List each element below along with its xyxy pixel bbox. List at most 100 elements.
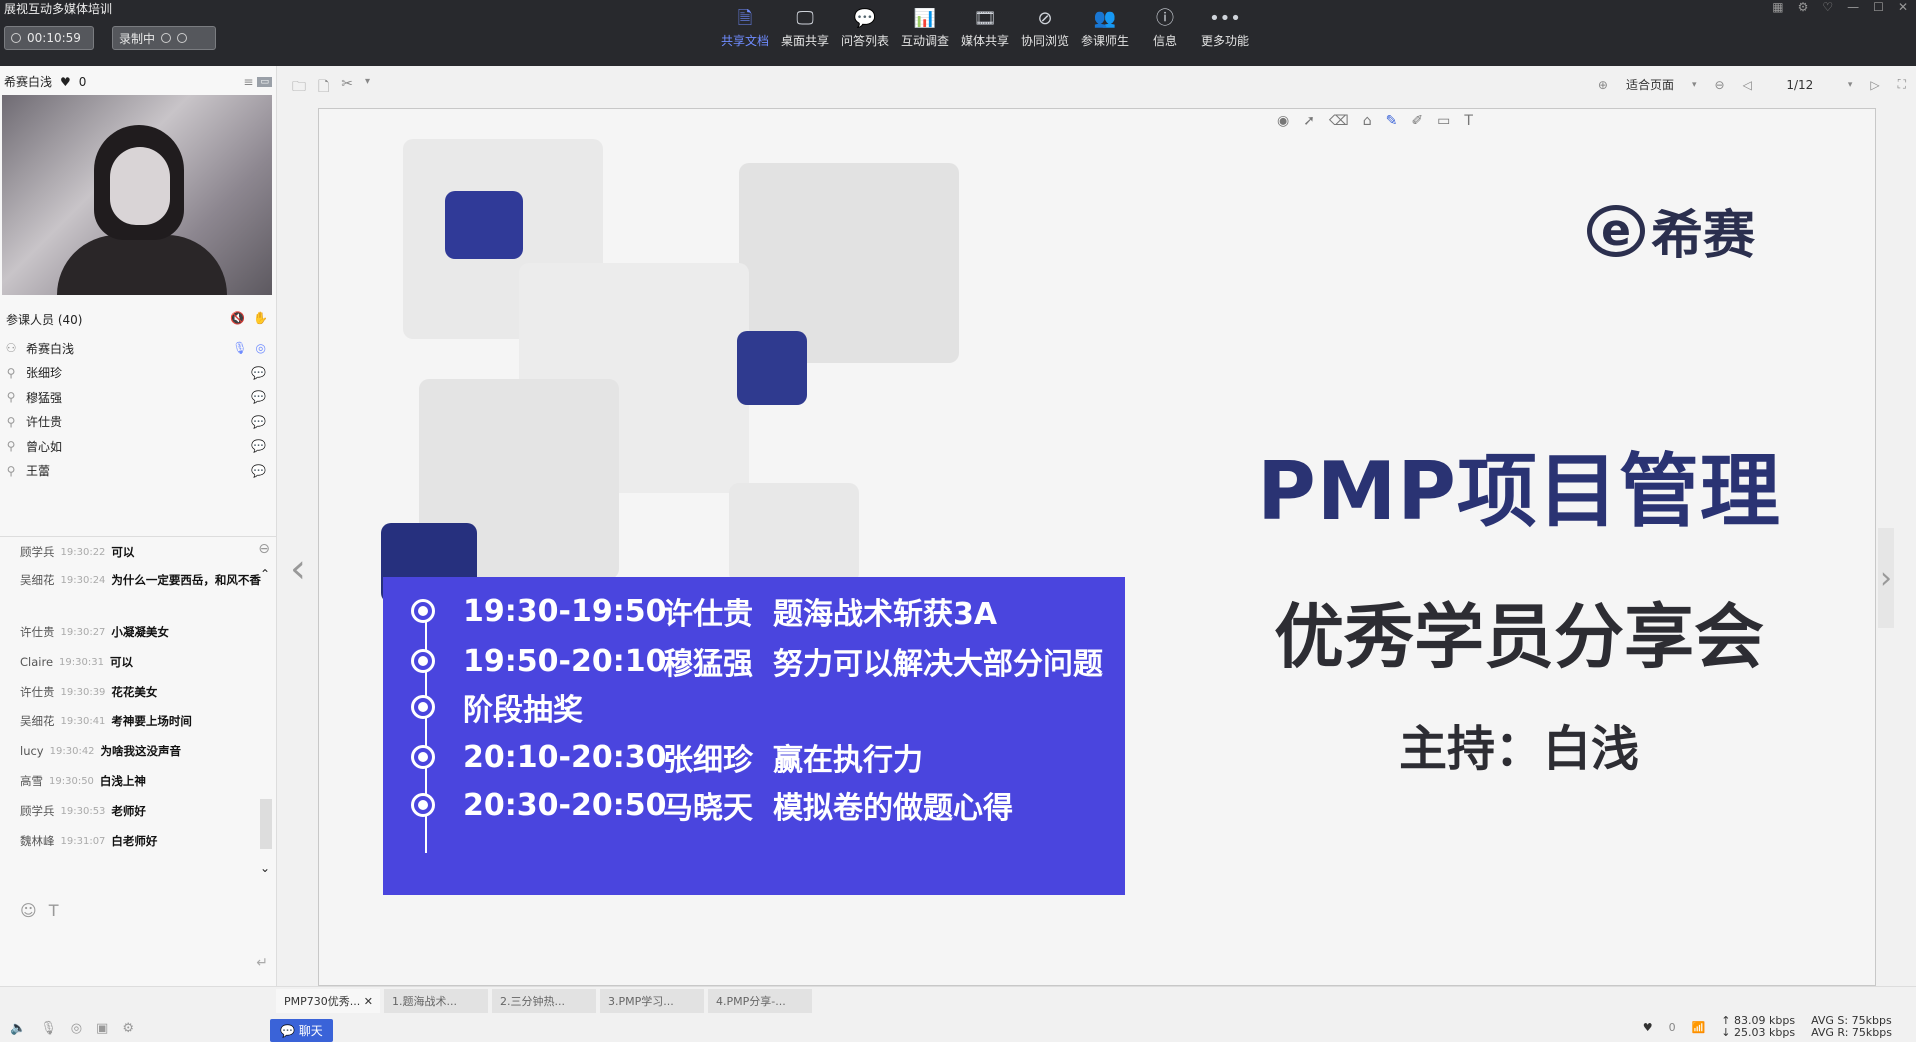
record-button[interactable]: 录制中 [112, 26, 216, 50]
clear-icon[interactable]: ⌂ [1363, 113, 1372, 133]
chevron-down-icon[interactable]: ▾ [1848, 80, 1853, 90]
hand-icon[interactable]: ✋ [253, 311, 268, 328]
toolbar-item-more[interactable]: ••• 更多功能 [1195, 6, 1255, 49]
chat-text: 白老师好 [111, 834, 158, 848]
skin-icon[interactable]: ▦ [1772, 0, 1783, 14]
participant-row[interactable]: ⚲ 许仕贵 💬 [4, 410, 266, 434]
next-page-icon[interactable]: ▷ [1870, 78, 1879, 92]
close-tab-icon[interactable]: ✕ [364, 995, 373, 1008]
user-icon: ⚲ [6, 365, 16, 380]
toolbar-item-browse[interactable]: ⊘ 协同浏览 [1015, 6, 1075, 49]
people-icon: 👥 [1093, 8, 1117, 29]
heart-icon[interactable]: ♥ [1643, 1021, 1653, 1034]
toolbar-item-media[interactable]: 🎞 媒体共享 [955, 6, 1015, 49]
settings-icon[interactable]: ⚙ [1798, 0, 1809, 14]
chat-bubble-icon[interactable]: 💬 [251, 439, 266, 453]
settings-icon[interactable]: ⚙ [122, 1021, 134, 1036]
zoom-out-icon[interactable]: ⊖ [1715, 78, 1725, 92]
chat-scrollbar[interactable]: ⌃ ⌄ [260, 567, 272, 885]
participant-row[interactable]: ⚲ 曾心如 💬 [4, 434, 266, 458]
toolbar-item-people[interactable]: 👥 参课师生 [1075, 6, 1135, 49]
scroll-down-icon[interactable]: ⌄ [260, 861, 270, 875]
pause-icon[interactable] [161, 33, 172, 43]
screen-icon[interactable]: ▣ [96, 1021, 108, 1036]
chat-scroll-thumb[interactable] [260, 799, 272, 849]
participant-row[interactable]: ⚲ 穆猛强 💬 [4, 385, 266, 409]
heart-icon[interactable]: ♥ [60, 75, 71, 89]
participant-name: 许仕贵 [26, 415, 63, 429]
participant-row[interactable]: ⚇ 希赛白浅 🎙 ◎ [4, 336, 266, 360]
mute-all-icon[interactable]: 🔇 [230, 311, 245, 328]
chevron-down-icon[interactable]: ▾ [365, 76, 370, 100]
host-row: 希赛白浅 ♥ 0 ≡ ▭ [4, 73, 272, 90]
participant-row[interactable]: ⚲ 张细珍 💬 [4, 361, 266, 385]
participant-name: 穆猛强 [26, 390, 63, 405]
toolbar-item-qa[interactable]: 💬 问答列表 [835, 6, 895, 49]
chat-bubble-icon[interactable]: 💬 [251, 464, 266, 478]
camera-icon[interactable]: ◎ [71, 1021, 82, 1036]
slide-host: 主持：白浅 [1398, 721, 1639, 777]
document-tab-label: 1.题海战术... [392, 995, 457, 1008]
chat-button[interactable]: 💬 聊天 [270, 1019, 333, 1042]
chat-time: 19:30:27 [60, 627, 106, 638]
favorite-icon[interactable]: ♡ [1822, 0, 1833, 14]
chat-bubble-icon[interactable]: 💬 [251, 415, 266, 429]
chevron-down-icon[interactable]: ▾ [1692, 80, 1697, 90]
toolbar-item-info[interactable]: ⓘ 信息 [1135, 6, 1195, 49]
info-icon: ⓘ [1156, 8, 1174, 29]
camera-icon[interactable]: ◎ [256, 341, 266, 355]
rectangle-icon[interactable]: ▭ [1437, 113, 1450, 133]
participant-name: 张细珍 [26, 366, 63, 380]
prev-slide-icon[interactable]: ‹ [290, 546, 306, 592]
toolbar-item-survey[interactable]: 📊 互动调查 [895, 6, 955, 49]
chat-message: 魏林峰 19:31:07 白老师好 [20, 834, 268, 849]
send-icon[interactable]: ↵ [256, 955, 268, 971]
document-tab[interactable]: PMP730优秀... ✕ [276, 989, 380, 1013]
schedule-speaker: 许仕贵 [663, 597, 753, 632]
survey-icon: 📊 [913, 8, 937, 29]
text-format-icon[interactable]: T [49, 901, 59, 920]
prev-page-icon[interactable]: ◁ [1743, 78, 1752, 92]
pen-icon[interactable]: ✐ [1411, 113, 1423, 133]
media-icon: 🎞 [973, 8, 997, 29]
document-tab[interactable]: 3.PMP学习... [600, 989, 704, 1013]
toolbar-item-desktop[interactable]: 🖵 桌面共享 [775, 6, 835, 49]
next-slide-icon[interactable]: › [1878, 528, 1894, 628]
microphone-icon[interactable]: 🎙 [40, 1021, 57, 1036]
zoom-in-icon[interactable]: ⊕ [1598, 78, 1608, 92]
clock-icon [11, 33, 21, 43]
record-mark-icon[interactable]: ◉ [1277, 113, 1289, 133]
participant-row[interactable]: ⚲ 王蕾 💬 [4, 459, 266, 483]
emoji-icon[interactable]: ☺ [20, 901, 37, 920]
participant-name: 王蕾 [26, 464, 51, 478]
stop-icon[interactable] [177, 33, 188, 43]
cut-icon[interactable]: ✂ [341, 76, 353, 100]
toolbar-item-doc[interactable]: 🗎 共享文档 [715, 6, 775, 49]
fit-page-select[interactable]: 适合页面 [1626, 76, 1674, 93]
maximize-icon[interactable]: ☐ [1873, 0, 1884, 14]
toolbar-item-label: 信息 [1152, 34, 1177, 48]
document-tab[interactable]: 2.三分钟热... [492, 989, 596, 1013]
eraser-icon[interactable]: ⌫ [1329, 113, 1349, 133]
file-icon[interactable]: 🗋 [318, 76, 329, 100]
highlighter-icon[interactable]: ✎ [1386, 113, 1398, 133]
chat-bubble-icon[interactable]: 💬 [251, 390, 266, 404]
fullscreen-icon[interactable]: ⛶ [1898, 77, 1906, 92]
close-icon[interactable]: ✕ [1898, 0, 1908, 14]
document-tab[interactable]: 4.PMP分享-... [708, 989, 812, 1013]
document-tab[interactable]: 1.题海战术... [384, 989, 488, 1013]
microphone-icon[interactable]: 🎙 [232, 341, 247, 355]
host-video[interactable] [2, 95, 272, 295]
menu-icon[interactable]: ≡ [243, 75, 253, 89]
speaker-icon[interactable]: 🔈 [10, 1021, 26, 1036]
scroll-up-icon[interactable]: ⌃ [260, 567, 270, 581]
video-tag[interactable]: ▭ [257, 76, 272, 87]
text-icon[interactable]: T [1464, 113, 1473, 133]
minimize-icon[interactable]: — [1847, 0, 1859, 14]
pointer-icon[interactable]: ➚ [1303, 113, 1315, 133]
left-panel: 希赛白浅 ♥ 0 ≡ ▭ 参课人员 (40) 🔇 ✋ ⚇ 希赛白浅 🎙 ◎ ⚲ 张细珍 💬 ⚲… [0, 66, 277, 1040]
page-indicator[interactable]: 1/12 [1770, 78, 1830, 92]
chat-bubble-icon[interactable]: 💬 [251, 366, 266, 380]
folder-icon[interactable]: 🗀 [292, 76, 306, 100]
timeline-bullet-icon [411, 793, 435, 817]
